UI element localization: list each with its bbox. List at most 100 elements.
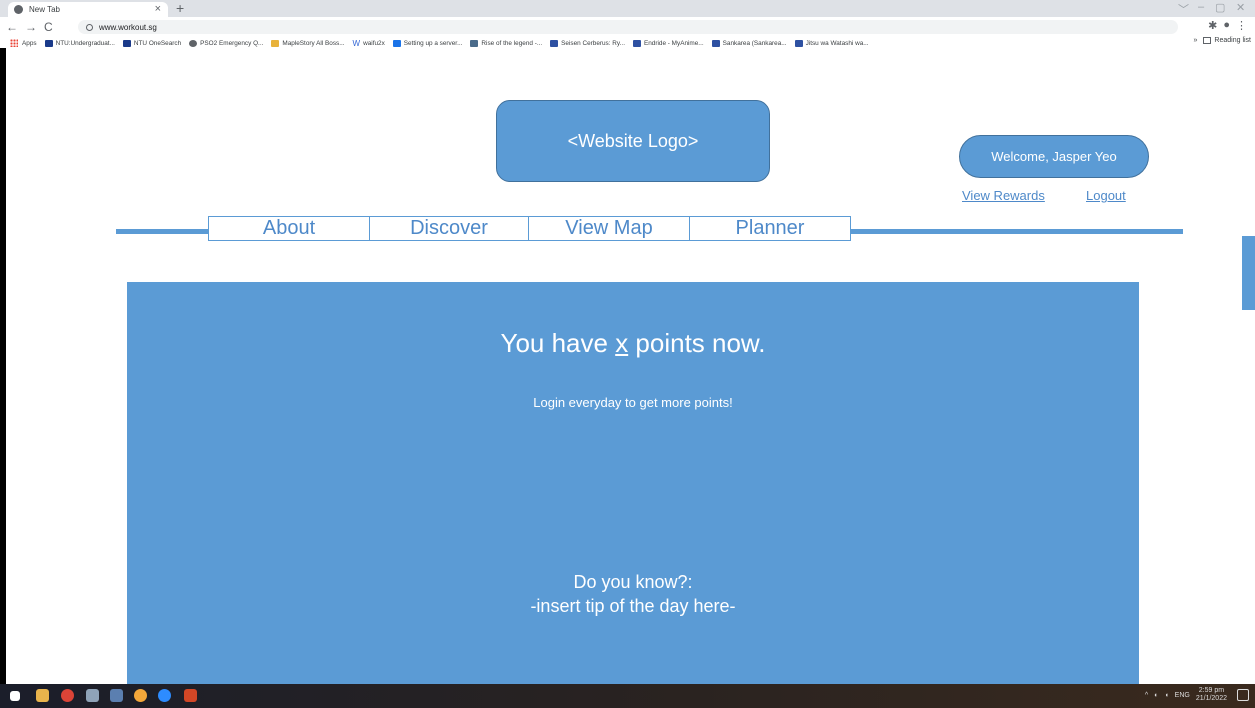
menu-icon[interactable]: ⋮ [1236,19,1247,32]
bookmark-label: Jitsu wa Watashi wa... [805,39,869,47]
ntu-icon [44,39,53,47]
bookmark-apps[interactable]: Apps [10,39,37,47]
chevron-up-icon[interactable]: ^ [1145,692,1148,699]
app-icon[interactable] [86,689,99,702]
more-bookmarks-icon[interactable]: » [1194,37,1198,44]
language-indicator[interactable]: ENG [1175,692,1190,699]
globe-icon [189,39,198,47]
w-icon: W [352,38,361,48]
bookmark-label: waifu2x [363,39,385,47]
bookmark-item[interactable]: NTU OneSearch [122,39,182,47]
bookmark-label: Setting up a server... [403,39,463,47]
network-icon[interactable]: ◐ [1154,692,1158,699]
game-icon [470,39,479,47]
tab-strip: New Tab × + ﹀ – ▢ ✕ [0,0,1255,17]
nav-divider-left [116,229,211,234]
close-window-icon[interactable]: ✕ [1236,1,1245,14]
side-feedback-tab[interactable] [1242,236,1255,310]
clock-time: 2:59 pm [1198,687,1225,694]
tip-heading: Do you know?: [573,572,693,592]
site-info-icon[interactable] [86,23,93,31]
extensions-area: ✱ ● ⋮ [1208,19,1247,32]
volume-icon[interactable]: ◖ [1164,692,1168,699]
nav-view-map[interactable]: View Map [529,217,690,240]
mal-icon [632,39,641,47]
maple-icon [271,39,280,47]
bookmark-item[interactable]: Seisen Cerberus: Ry... [550,39,625,47]
new-tab-button[interactable]: + [176,0,184,17]
bookmark-label: Rise of the legend -... [481,39,543,47]
bookmark-label: Seisen Cerberus: Ry... [561,39,625,47]
browser-toolbar: ← → C www.workout.sg ✱ ● ⋮ Apps NTU:Unde… [0,17,1255,48]
nav-discover[interactable]: Discover [370,217,529,240]
welcome-badge: Welcome, Jasper Yeo [959,135,1149,178]
points-value: x [615,328,629,358]
browser-window: New Tab × + ﹀ – ▢ ✕ ← → C www.workout.sg… [0,0,1255,684]
address-bar[interactable]: www.workout.sg [78,20,1178,34]
clock[interactable]: 2:59 pm 21/1/2022 [1196,687,1227,703]
app-icon[interactable] [110,689,123,702]
bookmark-item[interactable]: Wwaifu2x [352,38,385,48]
bookmark-item[interactable]: Endride - MyAnime... [632,39,704,47]
bookmark-label: NTU:Undergraduat... [55,39,115,47]
points-heading: You have x points now. [127,328,1139,359]
reading-list-icon [1203,37,1212,44]
mal-icon [711,39,720,47]
bookmark-item[interactable]: Sankarea (Sankarea... [711,39,787,47]
start-icon[interactable] [10,691,20,701]
profile-icon[interactable]: ● [1223,19,1230,32]
bookmark-item[interactable]: Jitsu wa Watashi wa... [794,39,869,47]
zoom-icon[interactable] [158,689,171,702]
bookmark-label: PSO2 Emergency Q... [200,39,264,47]
bookmark-label: Endride - MyAnime... [643,39,704,47]
reading-list-button[interactable]: » Reading list [1194,37,1251,44]
chrome-canary-icon[interactable] [134,689,147,702]
back-icon[interactable]: ← [6,20,18,34]
url-text: www.workout.sg [99,22,157,32]
mal-icon [550,39,559,47]
bookmark-item[interactable]: NTU:Undergraduat... [44,39,115,47]
maximize-icon[interactable]: ▢ [1215,1,1225,14]
apps-grid-icon [10,39,18,47]
clock-date: 21/1/2022 [1195,695,1227,702]
file-explorer-icon[interactable] [36,689,49,702]
bookmark-label: Sankarea (Sankarea... [722,39,787,47]
nav-divider-right [851,229,1183,234]
r-icon [392,39,401,47]
extensions-icon[interactable]: ✱ [1208,19,1217,32]
ntu-icon [122,39,131,47]
notification-icon[interactable] [1237,689,1249,701]
nav-about[interactable]: About [209,217,370,240]
close-tab-icon[interactable]: × [155,3,161,15]
bookmark-item[interactable]: PSO2 Emergency Q... [189,39,264,47]
bookmark-item[interactable]: Setting up a server... [392,39,463,47]
rewards-panel: You have x points now. Login everyday to… [127,282,1139,684]
points-prefix: You have [500,328,616,358]
tab-title: New Tab [29,5,60,14]
windows-taskbar: ^ ◐ ◖ ENG 2:59 pm 21/1/2022 [0,684,1255,708]
system-tray: ^ ◐ ◖ ENG 2:59 pm 21/1/2022 [1145,687,1227,703]
bookmark-label: MapleStory All Boss... [282,39,345,47]
web-page: <Website Logo> Welcome, Jasper Yeo View … [0,48,1255,684]
logout-link[interactable]: Logout [1086,188,1126,203]
minimize-icon[interactable]: – [1198,1,1204,13]
chrome-icon [14,5,23,14]
main-nav: About Discover View Map Planner [208,216,851,241]
powerpoint-icon[interactable] [184,689,197,702]
reading-list-label: Reading list [1214,37,1251,44]
bookmark-item[interactable]: MapleStory All Boss... [271,39,345,47]
chrome-taskbar-icon[interactable] [61,689,74,702]
bookmark-item[interactable]: Rise of the legend -... [470,39,543,47]
tab-search-icon[interactable]: ﹀ [1178,1,1189,17]
mal-icon [794,39,803,47]
forward-icon[interactable]: → [25,20,37,34]
nav-planner[interactable]: Planner [690,217,850,240]
login-hint: Login everyday to get more points! [533,395,733,410]
reload-icon[interactable]: C [44,20,53,34]
points-suffix: points now. [628,328,766,358]
view-rewards-link[interactable]: View Rewards [962,188,1045,203]
tip-of-the-day: -insert tip of the day here- [530,596,736,616]
bookmark-label: NTU OneSearch [133,39,182,47]
website-logo[interactable]: <Website Logo> [496,100,770,182]
browser-tab[interactable]: New Tab × [8,2,168,17]
